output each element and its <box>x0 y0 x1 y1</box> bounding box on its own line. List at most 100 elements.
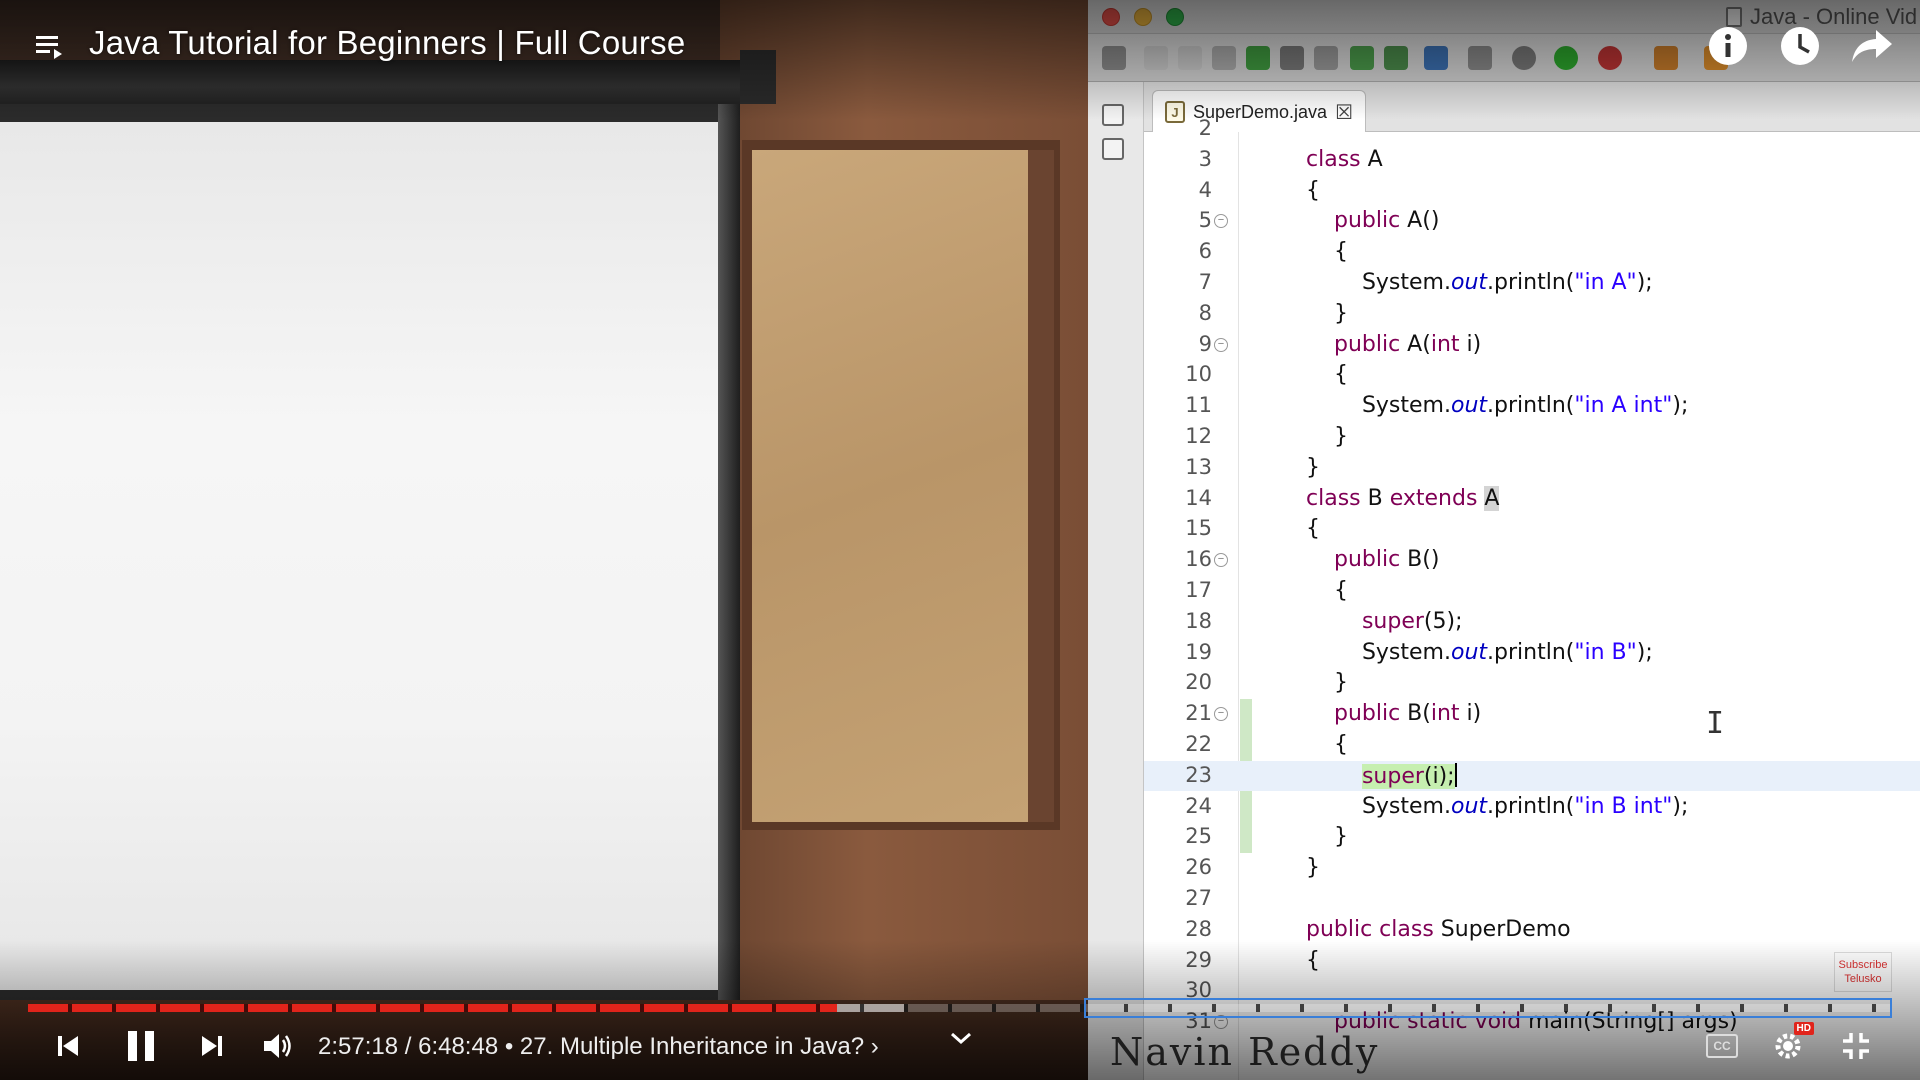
new-package-icon[interactable] <box>1350 46 1374 70</box>
minimize-window-button[interactable] <box>1134 8 1152 26</box>
fold-toggle-icon[interactable]: − <box>1214 707 1228 722</box>
code-line[interactable]: 10 { <box>1144 360 1920 390</box>
code-editor[interactable]: 2 3 class A 4{5− public A() 6 {7 System.out.… <box>1144 116 1920 1080</box>
pin-icon[interactable] <box>1468 46 1492 70</box>
playlist-icon[interactable] <box>34 30 68 64</box>
hierarchy-icon[interactable] <box>1246 46 1270 70</box>
code-text: System.out.println("in A"); <box>1306 270 1653 295</box>
new-class-icon[interactable] <box>1384 46 1408 70</box>
share-icon[interactable] <box>1846 20 1898 72</box>
code-text: { <box>1306 578 1348 603</box>
chevron-down-icon[interactable] <box>946 1026 976 1055</box>
zoom-window-button[interactable] <box>1166 8 1184 26</box>
line-number: 15 <box>1185 516 1212 541</box>
code-line[interactable]: 27 <box>1144 884 1920 914</box>
projector-screen-edge <box>718 104 740 1004</box>
code-line[interactable]: 23 super(i); <box>1144 760 1920 791</box>
exit-fullscreen-icon[interactable] <box>1834 1028 1878 1064</box>
code-line[interactable]: 9− public A(int i) <box>1144 330 1920 360</box>
task-icon[interactable] <box>1314 46 1338 70</box>
code-line[interactable]: 13} <box>1144 453 1920 483</box>
code-line[interactable]: 18 super(5); <box>1144 607 1920 637</box>
package-explorer-icon[interactable] <box>1102 138 1124 160</box>
fold-toggle-icon[interactable]: − <box>1214 1015 1228 1030</box>
code-line[interactable]: 4{ <box>1144 176 1920 206</box>
code-line[interactable]: 28 public class SuperDemo <box>1144 915 1920 945</box>
subscribe-watermark-button[interactable]: Subscribe Telusko <box>1834 952 1892 992</box>
open-type-icon[interactable] <box>1280 46 1304 70</box>
code-line[interactable]: 22 { <box>1144 730 1920 760</box>
console-icon[interactable] <box>1424 46 1448 70</box>
open-perspective-icon[interactable] <box>1654 46 1678 70</box>
chapter-chevron-icon[interactable]: › <box>871 1033 879 1060</box>
code-line[interactable]: 15 { <box>1144 514 1920 544</box>
video-scene[interactable] <box>0 0 1088 1080</box>
line-number: 5 <box>1198 208 1212 233</box>
close-window-button[interactable] <box>1102 8 1120 26</box>
code-line[interactable]: 8 } <box>1144 299 1920 329</box>
pause-icon[interactable] <box>118 1026 164 1066</box>
debug-icon[interactable] <box>1512 46 1536 70</box>
code-text: System.out.println("in A int"); <box>1306 393 1689 419</box>
code-line[interactable]: 3 class A <box>1144 145 1920 175</box>
cc-icon[interactable]: CC <box>1700 1028 1744 1064</box>
code-text: } <box>1306 424 1348 449</box>
code-line[interactable]: 30 <box>1144 976 1920 1006</box>
save-all-icon[interactable] <box>1178 46 1202 70</box>
info-icon[interactable] <box>1702 20 1754 72</box>
cork-board <box>752 150 1028 822</box>
line-number: 7 <box>1198 270 1212 294</box>
code-line[interactable]: 12 } <box>1144 422 1920 452</box>
run-icon[interactable] <box>1554 46 1578 70</box>
line-number: 17 <box>1185 578 1212 602</box>
code-text: { <box>1306 516 1320 542</box>
video-title[interactable]: Java Tutorial for Beginners | Full Cours… <box>89 24 685 62</box>
code-line[interactable]: 6 { <box>1144 237 1920 267</box>
code-text: } <box>1306 454 1320 480</box>
code-line[interactable]: 7 System.out.println("in A"); <box>1144 268 1920 298</box>
code-line[interactable]: 20 } <box>1144 668 1920 698</box>
line-number: 20 <box>1185 670 1212 695</box>
skip-next-icon[interactable] <box>192 1026 232 1066</box>
code-line[interactable]: 26} <box>1144 853 1920 883</box>
code-line[interactable]: 16− public B() <box>1144 545 1920 575</box>
restore-view-icon[interactable] <box>1102 104 1124 126</box>
line-number: 11 <box>1185 393 1212 418</box>
code-text: public A() <box>1333 208 1440 234</box>
ide-side-strip <box>1088 82 1144 1080</box>
fold-toggle-icon[interactable]: − <box>1214 337 1228 352</box>
time-current: 2:57:18 <box>318 1033 399 1060</box>
ide-window: Java - Online Vid J SuperDemo.java ☒ 23c… <box>1088 0 1920 1080</box>
external-tools-icon[interactable] <box>1598 46 1622 70</box>
code-text: super(i); <box>1361 762 1457 789</box>
code-line[interactable]: 19 System.out.println("in B"); <box>1144 638 1920 668</box>
fold-toggle-icon[interactable]: − <box>1214 553 1228 568</box>
save-icon[interactable] <box>1144 46 1168 70</box>
code-line[interactable]: 14 class B extends A <box>1144 484 1920 514</box>
gear-icon[interactable]: HD <box>1766 1022 1814 1064</box>
line-number: 21 <box>1185 701 1212 726</box>
build-icon[interactable] <box>1212 46 1236 70</box>
code-text: System.out.println("in B int"); <box>1306 793 1689 819</box>
chapter-title[interactable]: 27. Multiple Inheritance in Java? <box>520 1033 864 1060</box>
code-line[interactable]: 24 System.out.println("in B int"); <box>1144 792 1920 822</box>
clock-icon[interactable] <box>1774 20 1826 72</box>
skip-previous-icon[interactable] <box>48 1026 88 1066</box>
line-number: 26 <box>1185 855 1212 880</box>
fold-toggle-icon[interactable]: − <box>1214 214 1228 229</box>
code-text: { <box>1306 177 1320 203</box>
code-line[interactable]: 25 } <box>1144 822 1920 852</box>
line-number: 27 <box>1185 886 1212 910</box>
volume-icon[interactable] <box>258 1026 298 1066</box>
code-line[interactable]: 29 { <box>1144 946 1920 976</box>
code-line[interactable]: 2 <box>1144 114 1920 144</box>
line-number: 6 <box>1198 239 1212 264</box>
code-line[interactable]: 11 System.out.println("in A int"); <box>1144 391 1920 421</box>
code-text: public A(int i) <box>1333 331 1482 357</box>
progress-bar[interactable] <box>28 1004 1892 1012</box>
code-line[interactable]: 17 { <box>1144 576 1920 606</box>
new-file-icon[interactable] <box>1102 46 1126 70</box>
code-line[interactable]: 21− public B(int i) <box>1144 699 1920 729</box>
code-line[interactable]: 5− public A() <box>1144 206 1920 236</box>
line-number: 23 <box>1185 762 1212 787</box>
